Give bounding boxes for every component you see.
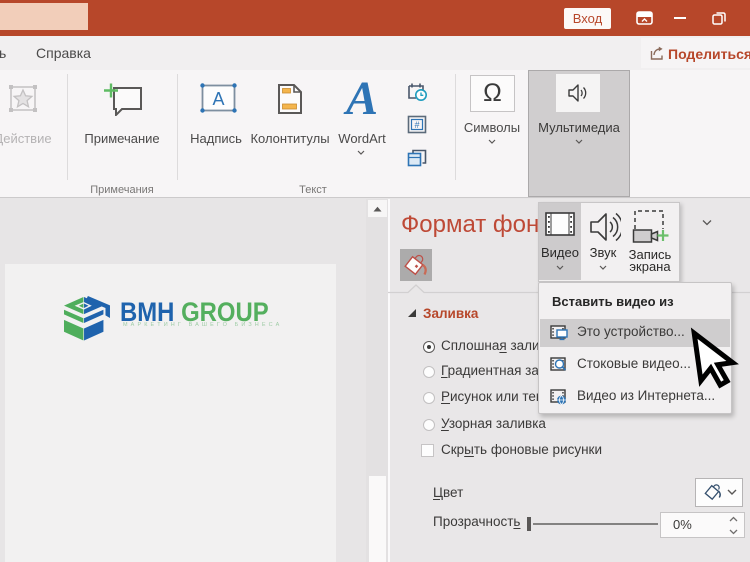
- svg-text:A: A: [212, 89, 224, 109]
- svg-text:#: #: [414, 120, 419, 130]
